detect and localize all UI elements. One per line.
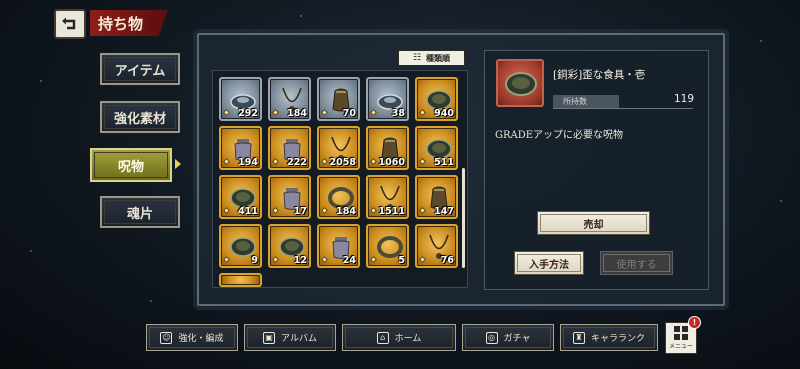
nav-character-rank[interactable]: ♜ キャラランク	[560, 324, 658, 351]
item-slot[interactable]: 147	[415, 175, 458, 219]
item-slot[interactable]: 5	[366, 224, 409, 268]
item-slot[interactable]: 222	[268, 126, 311, 170]
item-count: 12	[293, 255, 307, 266]
item-count: 411	[238, 206, 258, 217]
active-tab-indicator	[175, 159, 181, 169]
item-slot[interactable]: 184	[317, 175, 360, 219]
item-slot[interactable]: 38	[366, 77, 409, 121]
item-count: 70	[342, 108, 356, 119]
item-slot[interactable]: 70	[317, 77, 360, 121]
selected-item-thumbnail	[496, 59, 544, 107]
item-slot-partial[interactable]	[219, 273, 262, 287]
nav-album[interactable]: ▣ アルバム	[244, 324, 336, 351]
owned-underline	[553, 108, 693, 109]
sort-list-icon: ☷	[412, 53, 422, 63]
nav-label: ホーム	[394, 334, 422, 344]
selected-item-name: [銅彩]歪な食具・壱	[553, 69, 646, 81]
item-slot[interactable]: 17	[268, 175, 311, 219]
rank-icon: ♜	[572, 331, 585, 344]
item-count: 5	[398, 255, 405, 266]
item-slot[interactable]: 2058	[317, 126, 360, 170]
item-count: 511	[434, 157, 454, 168]
nav-home[interactable]: ⌂ ホーム	[342, 324, 456, 351]
owned-count-label: 所持数	[553, 95, 619, 108]
notification-badge: !	[688, 316, 701, 329]
grid-scrollbar[interactable]	[462, 168, 465, 268]
item-count: 24	[342, 255, 356, 266]
item-count: 1060	[378, 157, 405, 168]
item-slot[interactable]: 76	[415, 224, 458, 268]
item-slot[interactable]: 1060	[366, 126, 409, 170]
back-arrow-icon	[62, 17, 76, 30]
item-slot[interactable]: 940	[415, 77, 458, 121]
item-count: 17	[293, 206, 307, 217]
sort-button[interactable]: ☷ 種類順	[398, 50, 465, 66]
tab-item[interactable]: アイテム	[100, 53, 180, 85]
owned-count-value: 119	[673, 93, 694, 105]
menu-grid-icon	[674, 326, 688, 340]
tab-soul-fragment[interactable]: 魂片	[100, 196, 180, 228]
tab-enhance-material[interactable]: 強化素材	[100, 101, 180, 133]
nav-label: 強化・編成	[178, 334, 224, 344]
bowl-icon	[505, 72, 537, 96]
obtain-method-button[interactable]: 入手方法	[514, 251, 584, 275]
item-description: GRADEアップに必要な呪物	[495, 130, 624, 141]
item-count: 9	[251, 255, 258, 266]
item-count: 76	[440, 255, 454, 266]
item-slot[interactable]: 411	[219, 175, 262, 219]
use-button[interactable]: 使用する	[600, 251, 673, 275]
item-count: 940	[434, 108, 454, 119]
gacha-icon: ◎	[485, 331, 498, 344]
nav-gacha[interactable]: ◎ ガチャ	[462, 324, 554, 351]
sort-label: 種類順	[426, 53, 451, 63]
home-icon: ⌂	[376, 331, 389, 344]
item-count: 184	[287, 108, 307, 119]
item-count: 147	[434, 206, 454, 217]
album-icon: ▣	[263, 331, 276, 344]
item-count: 222	[287, 157, 307, 168]
nav-enhance-formation[interactable]: ☺ 強化・編成	[146, 324, 238, 351]
item-count: 1511	[378, 206, 405, 217]
item-count: 184	[336, 206, 356, 217]
item-count: 194	[238, 157, 258, 168]
item-slot[interactable]: 12	[268, 224, 311, 268]
nav-label: キャラランク	[590, 334, 645, 344]
item-slot[interactable]: 511	[415, 126, 458, 170]
nav-label: ガチャ	[503, 334, 531, 344]
item-slot[interactable]: 1511	[366, 175, 409, 219]
item-slot[interactable]: 9	[219, 224, 262, 268]
item-slot[interactable]: 194	[219, 126, 262, 170]
page-title: 持ち物	[90, 10, 168, 36]
item-count: 2058	[329, 157, 356, 168]
menu-label: メニュー	[668, 343, 693, 350]
back-button[interactable]	[54, 9, 86, 39]
team-icon: ☺	[160, 331, 173, 344]
sell-button[interactable]: 売却	[537, 211, 650, 235]
tab-cursed-object[interactable]: 呪物	[90, 148, 172, 182]
item-count: 38	[391, 108, 405, 119]
item-slot[interactable]: 292	[219, 77, 262, 121]
item-slot[interactable]: 24	[317, 224, 360, 268]
item-slot[interactable]: 184	[268, 77, 311, 121]
nav-label: アルバム	[281, 334, 317, 344]
item-count: 292	[238, 108, 258, 119]
